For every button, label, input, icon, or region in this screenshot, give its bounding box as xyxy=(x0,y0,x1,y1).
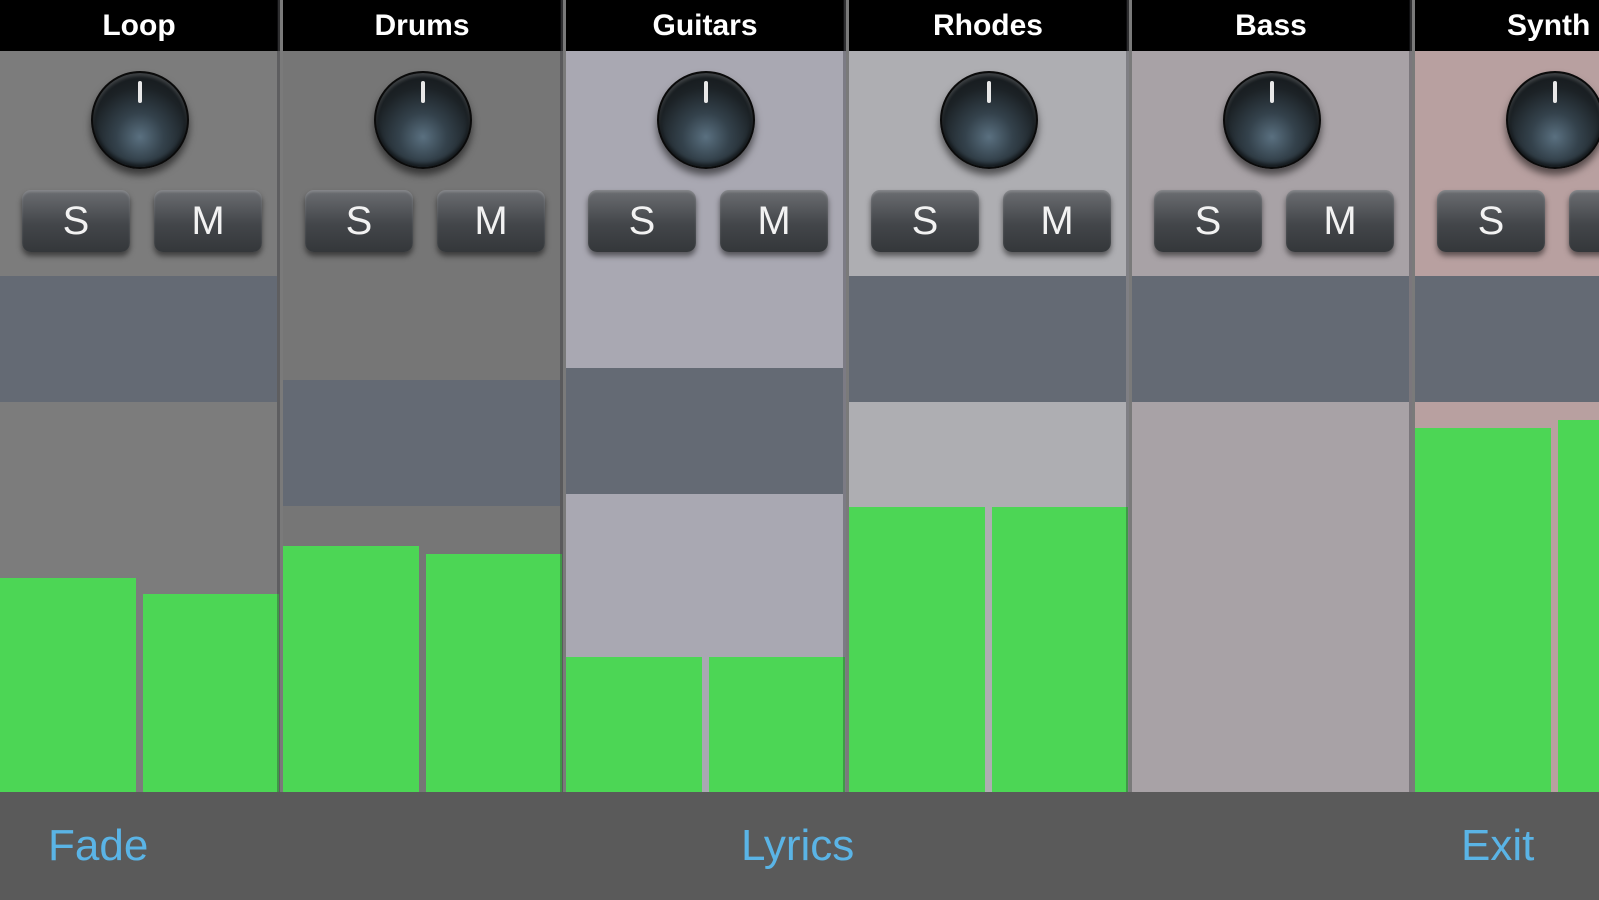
bottom-toolbar: Fade Lyrics Exit xyxy=(0,792,1599,900)
solo-button[interactable]: S xyxy=(1437,190,1545,252)
channel-divider xyxy=(277,0,280,792)
channel-name: Guitars xyxy=(566,0,846,51)
channel-controls: S M xyxy=(1415,51,1599,276)
channel-divider xyxy=(843,0,846,792)
pan-knob[interactable] xyxy=(657,71,755,169)
channel-name: Loop xyxy=(0,0,280,51)
mute-button[interactable]: M xyxy=(1569,190,1599,252)
channel-strip-rhodes: Rhodes S M xyxy=(849,0,1129,792)
channel-strip-guitars: Guitars S M xyxy=(566,0,846,792)
level-meter-left xyxy=(849,507,985,792)
solo-button[interactable]: S xyxy=(305,190,413,252)
level-meter-left xyxy=(0,578,136,792)
knob-indicator xyxy=(421,81,425,103)
level-meter-right xyxy=(143,594,279,792)
mute-button[interactable]: M xyxy=(1003,190,1111,252)
level-meter-left xyxy=(566,657,702,792)
solo-button[interactable]: S xyxy=(22,190,130,252)
channel-controls: S M xyxy=(566,51,846,276)
knob-indicator xyxy=(704,81,708,103)
knob-indicator xyxy=(1270,81,1274,103)
pan-knob[interactable] xyxy=(91,71,189,169)
lyrics-button[interactable]: Lyrics xyxy=(741,792,854,900)
level-meter-right xyxy=(709,657,845,792)
mute-button[interactable]: M xyxy=(437,190,545,252)
solo-button[interactable]: S xyxy=(1154,190,1262,252)
channel-strip-synth: Synth S M xyxy=(1415,0,1599,792)
channel-controls: S M xyxy=(0,51,280,276)
channel-name: Drums xyxy=(283,0,563,51)
channel-name: Rhodes xyxy=(849,0,1129,51)
channel-strip-loop: Loop S M xyxy=(0,0,280,792)
channel-divider xyxy=(1126,0,1129,792)
channel-controls: S M xyxy=(283,51,563,276)
peak-hold-indicator xyxy=(566,368,843,494)
pan-knob[interactable] xyxy=(374,71,472,169)
peak-hold-indicator xyxy=(283,380,560,506)
pan-knob[interactable] xyxy=(1223,71,1321,169)
solo-button[interactable]: S xyxy=(588,190,696,252)
peak-hold-indicator xyxy=(1415,276,1599,402)
knob-indicator xyxy=(1553,81,1557,103)
mute-button[interactable]: M xyxy=(154,190,262,252)
solo-button[interactable]: S xyxy=(871,190,979,252)
level-meter-right xyxy=(426,554,562,792)
mute-button[interactable]: M xyxy=(1286,190,1394,252)
channel-name: Synth xyxy=(1415,0,1599,51)
fade-button[interactable]: Fade xyxy=(48,792,148,900)
channel-strip-drums: Drums S M xyxy=(283,0,563,792)
channel-controls: S M xyxy=(1132,51,1412,276)
knob-indicator xyxy=(987,81,991,103)
pan-knob[interactable] xyxy=(940,71,1038,169)
peak-hold-indicator xyxy=(0,276,277,402)
knob-indicator xyxy=(138,81,142,103)
level-meter-right xyxy=(1558,420,1599,792)
pan-knob[interactable] xyxy=(1506,71,1599,169)
channel-divider xyxy=(1409,0,1412,792)
channel-controls: S M xyxy=(849,51,1129,276)
peak-hold-indicator xyxy=(849,276,1126,402)
channel-name: Bass xyxy=(1132,0,1412,51)
mute-button[interactable]: M xyxy=(720,190,828,252)
peak-hold-indicator xyxy=(1132,276,1409,402)
channel-strip-bass: Bass S M xyxy=(1132,0,1412,792)
channel-divider xyxy=(560,0,563,792)
level-meter-right xyxy=(992,507,1128,792)
level-meter-left xyxy=(283,546,419,792)
level-meter-left xyxy=(1415,428,1551,792)
mixer-panel: Loop S M Drums S M Guitars S M Rhodes S … xyxy=(0,0,1599,792)
exit-button[interactable]: Exit xyxy=(1461,792,1534,900)
